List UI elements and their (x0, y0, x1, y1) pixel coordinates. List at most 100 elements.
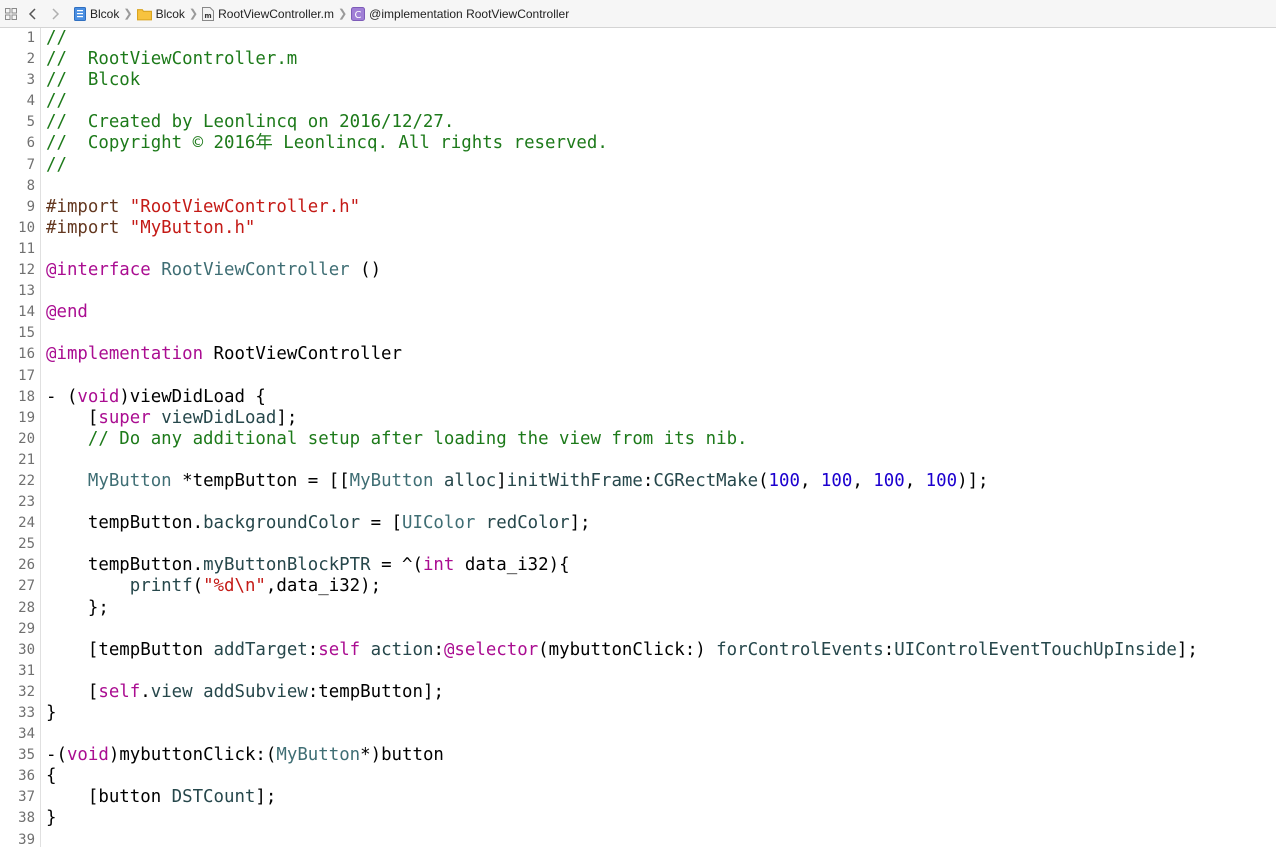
line-number[interactable]: 19 (0, 408, 40, 429)
line-number[interactable]: 39 (0, 830, 40, 851)
code-line[interactable] (46, 534, 1198, 555)
line-number[interactable]: 10 (0, 218, 40, 239)
line-number[interactable]: 17 (0, 366, 40, 387)
code-token: 100 (768, 470, 800, 491)
line-number[interactable]: 25 (0, 534, 40, 555)
code-line[interactable]: [button DSTCount]; (46, 787, 1198, 808)
code-line[interactable]: // Do any additional setup after loading… (46, 429, 1198, 450)
back-button[interactable] (22, 0, 44, 27)
code-line[interactable]: tempButton.myButtonBlockPTR = ^(int data… (46, 555, 1198, 576)
line-number[interactable]: 23 (0, 492, 40, 513)
code-token: @end (46, 302, 88, 323)
line-number[interactable]: 2 (0, 49, 40, 70)
code-line[interactable] (46, 830, 1198, 851)
breadcrumb-folder[interactable]: Blcok (136, 0, 185, 27)
code-line[interactable]: - (void)viewDidLoad { (46, 387, 1198, 408)
code-area[interactable]: //// RootViewController.m// Blcok//// Cr… (46, 28, 1198, 851)
line-number[interactable]: 5 (0, 112, 40, 133)
code-token: ]; (276, 407, 298, 428)
code-line[interactable]: { (46, 766, 1198, 787)
code-line[interactable]: // Blcok (46, 70, 1198, 91)
code-token: ] (496, 470, 507, 491)
forward-button[interactable] (44, 0, 66, 27)
code-token: // Copyright © 2016年 Leonlincq. All righ… (46, 133, 608, 154)
line-number[interactable]: 7 (0, 155, 40, 176)
line-number[interactable]: 20 (0, 429, 40, 450)
code-line[interactable]: }; (46, 598, 1198, 619)
code-line[interactable]: #import "RootViewController.h" (46, 197, 1198, 218)
code-line[interactable] (46, 366, 1198, 387)
code-line[interactable]: printf("%d\n",data_i32); (46, 576, 1198, 597)
code-line[interactable]: // RootViewController.m (46, 49, 1198, 70)
code-line[interactable]: // (46, 155, 1198, 176)
code-line[interactable]: @interface RootViewController () (46, 260, 1198, 281)
code-line[interactable] (46, 492, 1198, 513)
code-token: ( (758, 470, 769, 491)
code-line[interactable] (46, 661, 1198, 682)
line-number[interactable]: 8 (0, 176, 40, 197)
code-line[interactable]: [super viewDidLoad]; (46, 408, 1198, 429)
line-number[interactable]: 32 (0, 682, 40, 703)
code-line[interactable]: tempButton.backgroundColor = [UIColor re… (46, 513, 1198, 534)
code-line[interactable]: } (46, 703, 1198, 724)
code-line[interactable]: #import "MyButton.h" (46, 218, 1198, 239)
line-number[interactable]: 15 (0, 323, 40, 344)
code-line[interactable] (46, 176, 1198, 197)
line-number[interactable]: 38 (0, 808, 40, 829)
line-number[interactable]: 1 (0, 28, 40, 49)
line-number[interactable]: 14 (0, 302, 40, 323)
line-number[interactable]: 13 (0, 281, 40, 302)
line-number[interactable]: 36 (0, 766, 40, 787)
code-line[interactable]: // (46, 91, 1198, 112)
line-number[interactable]: 34 (0, 724, 40, 745)
code-line[interactable]: [tempButton addTarget:self action:@selec… (46, 640, 1198, 661)
line-number[interactable]: 29 (0, 619, 40, 640)
code-token: ]; (255, 787, 277, 808)
line-number[interactable]: 22 (0, 471, 40, 492)
breadcrumb-project[interactable]: Blcok (74, 0, 119, 27)
code-line[interactable]: @end (46, 302, 1198, 323)
code-line[interactable]: // Copyright © 2016年 Leonlincq. All righ… (46, 133, 1198, 154)
line-number[interactable]: 31 (0, 661, 40, 682)
line-number[interactable]: 27 (0, 576, 40, 597)
line-number[interactable]: 3 (0, 70, 40, 91)
line-number[interactable]: 28 (0, 598, 40, 619)
related-items-icon[interactable] (0, 0, 22, 27)
line-number[interactable]: 26 (0, 555, 40, 576)
code-token: // RootViewController.m (46, 49, 298, 70)
line-number[interactable]: 35 (0, 745, 40, 766)
code-line[interactable] (46, 619, 1198, 640)
code-line[interactable]: // Created by Leonlincq on 2016/12/27. (46, 112, 1198, 133)
code-line[interactable]: } (46, 808, 1198, 829)
line-number[interactable]: 33 (0, 703, 40, 724)
code-line[interactable]: MyButton *tempButton = [[MyButton alloc]… (46, 471, 1198, 492)
code-line[interactable]: @implementation RootViewController (46, 344, 1198, 365)
code-line[interactable]: // (46, 28, 1198, 49)
code-token: -( (46, 745, 67, 766)
line-number[interactable]: 37 (0, 787, 40, 808)
line-number[interactable]: 11 (0, 239, 40, 260)
code-token: void (77, 386, 120, 407)
code-line[interactable] (46, 724, 1198, 745)
line-number[interactable]: 9 (0, 197, 40, 218)
code-line[interactable] (46, 323, 1198, 344)
breadcrumb-file[interactable]: m RootViewController.m (202, 0, 334, 27)
code-line[interactable]: -(void)mybuttonClick:(MyButton*)button (46, 745, 1198, 766)
line-number[interactable]: 21 (0, 450, 40, 471)
line-number[interactable]: 12 (0, 260, 40, 281)
code-line[interactable] (46, 281, 1198, 302)
code-line[interactable] (46, 239, 1198, 260)
line-number[interactable]: 30 (0, 640, 40, 661)
line-number[interactable]: 24 (0, 513, 40, 534)
line-number[interactable]: 6 (0, 133, 40, 154)
line-number[interactable]: 16 (0, 344, 40, 365)
code-line[interactable]: [self.view addSubview:tempButton]; (46, 682, 1198, 703)
line-number-gutter[interactable]: 1 2 3 4 5 6 7 8 9 10 11 12 13 14 15 16 17 18 19 20 21 22 23 24 2… (0, 28, 40, 848)
code-line[interactable] (46, 450, 1198, 471)
code-token: } (46, 808, 57, 829)
line-number[interactable]: 18 (0, 387, 40, 408)
breadcrumb-symbol[interactable]: C @implementation RootViewController (351, 0, 569, 27)
source-editor[interactable]: 1 2 3 4 5 6 7 8 9 10 11 12 13 14 15 16 17 18 19 20 21 22 23 24 2… (0, 28, 1276, 848)
line-number[interactable]: 4 (0, 91, 40, 112)
code-token: viewDidLoad (161, 407, 277, 428)
